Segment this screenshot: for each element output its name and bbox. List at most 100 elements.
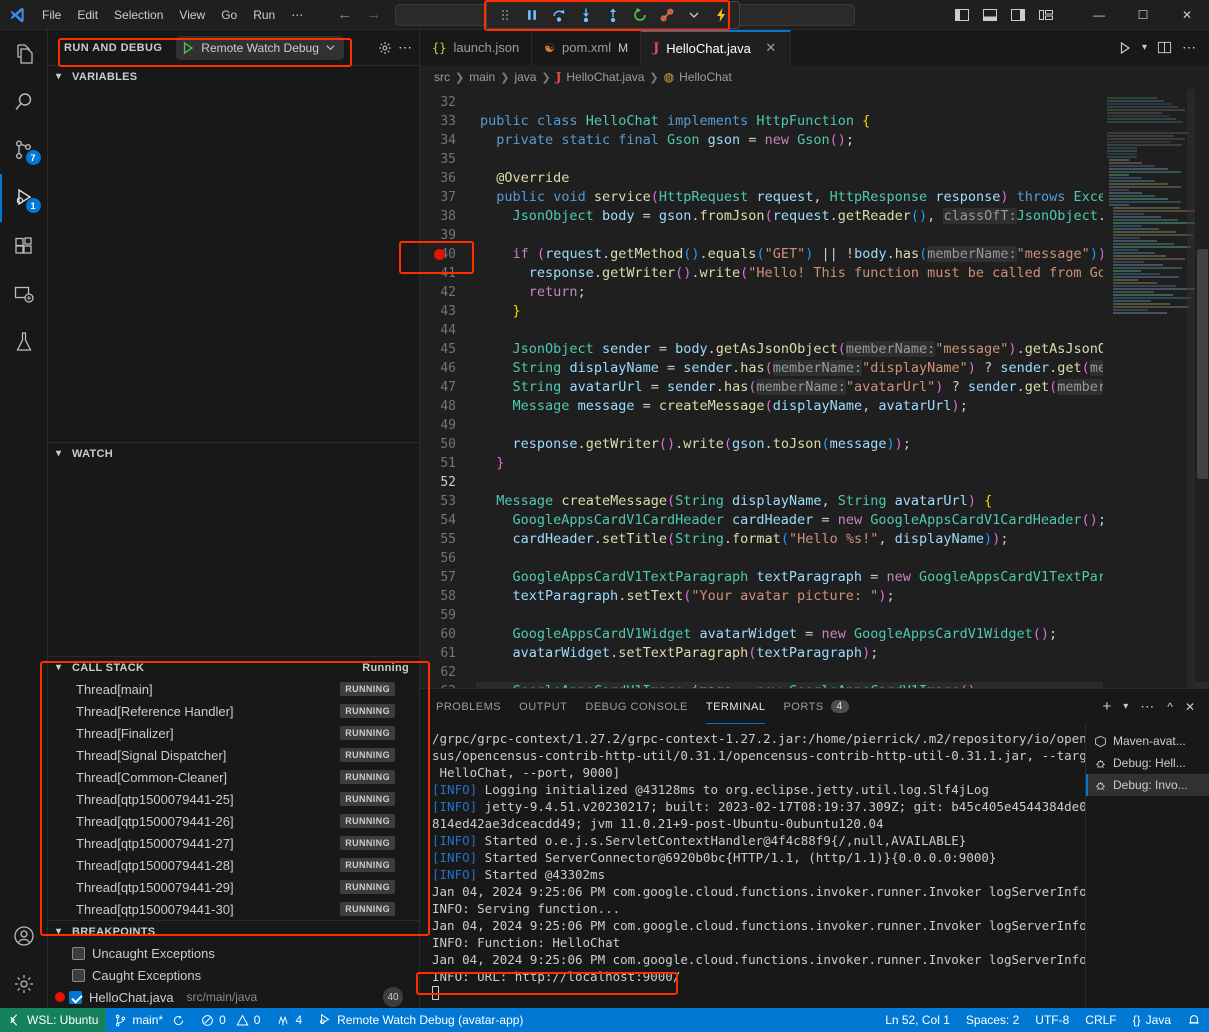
line-number[interactable]: 37: [420, 188, 476, 207]
line-number[interactable]: 47: [420, 378, 476, 397]
chevron-down-icon[interactable]: ▾: [1142, 42, 1147, 53]
play-icon[interactable]: [181, 41, 195, 55]
status-eol[interactable]: CRLF: [1077, 1008, 1124, 1032]
line-number[interactable]: 49: [420, 416, 476, 435]
code-line[interactable]: GoogleAppsCardV1TextParagraph textParagr…: [476, 568, 1209, 587]
code-line[interactable]: Message message = createMessage(displayN…: [476, 397, 1209, 416]
breakpoint-checkbox[interactable]: [69, 991, 82, 1004]
code-line[interactable]: public class HelloChat implements HttpFu…: [476, 112, 1209, 131]
code-line[interactable]: public void service(HttpRequest request,…: [476, 188, 1209, 207]
breadcrumb-main[interactable]: main: [469, 70, 495, 84]
status-debug-session[interactable]: Remote Watch Debug (avatar-app): [310, 1008, 531, 1032]
manage-gear-icon[interactable]: [0, 960, 48, 1008]
breadcrumb-symbol[interactable]: HelloChat: [679, 70, 732, 84]
code-line[interactable]: }: [476, 302, 1209, 321]
drag-handle-icon[interactable]: [493, 4, 517, 26]
code-line[interactable]: [476, 150, 1209, 169]
toggle-primary-sidebar-icon[interactable]: [949, 4, 975, 26]
call-stack-thread-row[interactable]: Thread [main]RUNNING: [48, 678, 419, 700]
terminal-output[interactable]: /grpc/grpc-context/1.27.2/grpc-context-1…: [420, 724, 1085, 1008]
terminal-tab-item[interactable]: Maven-avat...: [1086, 730, 1209, 752]
status-branch[interactable]: main*: [106, 1008, 193, 1032]
step-out-icon[interactable]: [601, 4, 625, 26]
line-number[interactable]: 42: [420, 283, 476, 302]
more-actions-icon[interactable]: ⋯: [1182, 39, 1197, 56]
menu-more[interactable]: ⋯: [283, 4, 311, 26]
minimap[interactable]: [1103, 89, 1195, 688]
status-indentation[interactable]: Spaces: 2: [958, 1008, 1027, 1032]
minimap-slider[interactable]: [1187, 89, 1195, 688]
menu-view[interactable]: View: [171, 4, 213, 26]
status-problems[interactable]: 0 0: [193, 1008, 268, 1032]
code-line[interactable]: [476, 416, 1209, 435]
call-stack-thread-row[interactable]: Thread [qtp1500079441-29]RUNNING: [48, 876, 419, 898]
line-number[interactable]: 46: [420, 359, 476, 378]
line-number[interactable]: 55: [420, 530, 476, 549]
terminal-cursor-line[interactable]: [432, 985, 1085, 1002]
sidebar-item-source-control[interactable]: 7: [0, 126, 48, 174]
status-encoding[interactable]: UTF-8: [1027, 1008, 1077, 1032]
breadcrumb-java[interactable]: java: [514, 70, 536, 84]
run-java-icon[interactable]: [1118, 41, 1132, 55]
code-content[interactable]: public class HelloChat implements HttpFu…: [476, 89, 1209, 688]
menu-selection[interactable]: Selection: [106, 4, 171, 26]
code-line[interactable]: String displayName = sender.has(memberNa…: [476, 359, 1209, 378]
editor-scrollbar[interactable]: [1195, 89, 1209, 688]
line-number[interactable]: 48: [420, 397, 476, 416]
gear-icon[interactable]: [377, 40, 393, 56]
status-ports[interactable]: 4: [268, 1008, 310, 1032]
panel-tab[interactable]: PORTS4: [783, 689, 848, 724]
breakpoint-row[interactable]: Caught Exceptions: [48, 964, 419, 986]
code-line[interactable]: return;: [476, 283, 1209, 302]
code-line[interactable]: cardHeader.setTitle(String.format("Hello…: [476, 530, 1209, 549]
restart-icon[interactable]: [628, 4, 652, 26]
line-number[interactable]: 56: [420, 549, 476, 568]
line-number[interactable]: 63: [420, 682, 476, 688]
close-tab-icon[interactable]: ✕: [764, 40, 778, 56]
breakpoint-checkbox[interactable]: [72, 969, 85, 982]
call-stack-thread-row[interactable]: Thread [Finalizer]RUNNING: [48, 722, 419, 744]
code-line[interactable]: avatarWidget.setTextParagraph(textParagr…: [476, 644, 1209, 663]
line-number[interactable]: 58: [420, 587, 476, 606]
code-line[interactable]: response.getWriter().write(gson.toJson(m…: [476, 435, 1209, 454]
code-line[interactable]: @Override: [476, 169, 1209, 188]
call-stack-thread-row[interactable]: Thread [Signal Dispatcher]RUNNING: [48, 744, 419, 766]
code-line[interactable]: [476, 321, 1209, 340]
line-number[interactable]: 50: [420, 435, 476, 454]
sidebar-item-run-and-debug[interactable]: 1: [0, 174, 48, 222]
panel-tab[interactable]: PROBLEMS: [436, 689, 501, 724]
split-editor-icon[interactable]: [1157, 40, 1172, 55]
code-line[interactable]: GoogleAppsCardV1Widget avatarWidget = ne…: [476, 625, 1209, 644]
line-number[interactable]: 43: [420, 302, 476, 321]
line-number[interactable]: 35: [420, 150, 476, 169]
code-line[interactable]: [476, 473, 1209, 492]
line-number[interactable]: 51: [420, 454, 476, 473]
code-line[interactable]: JsonObject body = gson.fromJson(request.…: [476, 207, 1209, 226]
line-number[interactable]: 61: [420, 644, 476, 663]
line-number[interactable]: 40: [420, 245, 476, 264]
minimize-button[interactable]: —: [1077, 0, 1121, 30]
code-line[interactable]: [476, 549, 1209, 568]
line-number[interactable]: 39: [420, 226, 476, 245]
line-number[interactable]: 59: [420, 606, 476, 625]
menu-run[interactable]: Run: [245, 4, 283, 26]
panel-tab[interactable]: OUTPUT: [519, 689, 567, 724]
code-line[interactable]: [476, 93, 1209, 112]
menu-file[interactable]: File: [34, 4, 69, 26]
maximize-panel-icon[interactable]: ^: [1167, 700, 1173, 714]
sidebar-item-testing[interactable]: [0, 318, 48, 366]
code-line[interactable]: textParagraph.setText("Your avatar pictu…: [476, 587, 1209, 606]
pause-icon[interactable]: [520, 4, 544, 26]
status-notifications[interactable]: [1179, 1008, 1209, 1032]
step-over-icon[interactable]: [547, 4, 571, 26]
code-editor[interactable]: 3233343536373839404142434445464748495051…: [420, 89, 1209, 688]
terminal-tab-item[interactable]: Debug: Invo...: [1086, 774, 1209, 796]
customize-layout-icon[interactable]: [1033, 4, 1059, 26]
sidebar-item-extensions[interactable]: [0, 222, 48, 270]
breakpoint-checkbox[interactable]: [72, 947, 85, 960]
editor-breakpoint-dot-icon[interactable]: [434, 249, 445, 260]
section-header-watch[interactable]: ▾ WATCH: [48, 442, 419, 464]
launch-config-selector[interactable]: Remote Watch Debug: [176, 36, 344, 60]
status-cursor-position[interactable]: Ln 52, Col 1: [877, 1008, 958, 1032]
arrow-left-icon[interactable]: ←: [337, 6, 352, 23]
